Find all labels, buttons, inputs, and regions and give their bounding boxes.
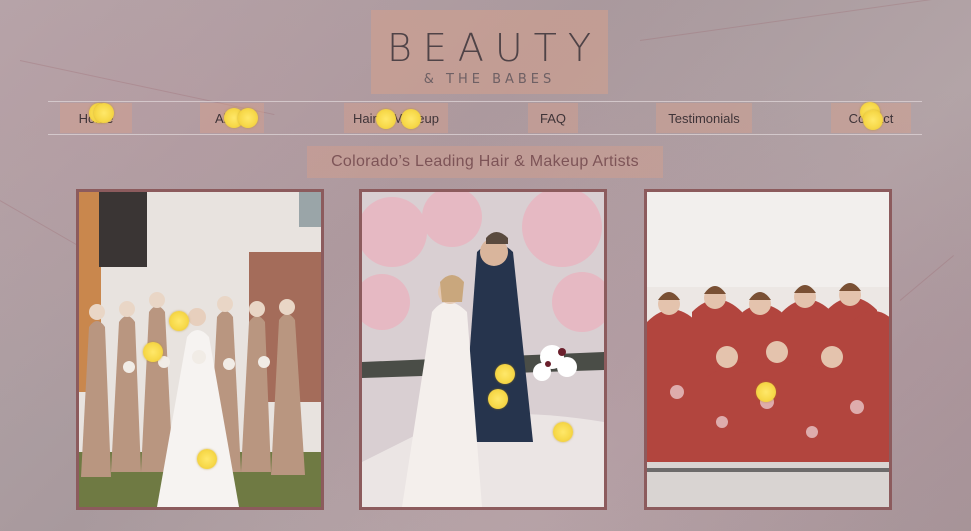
nav-item-about[interactable]: About (200, 103, 264, 133)
nav-item-faq[interactable]: FAQ (528, 103, 578, 133)
nav-item-hair-makeup[interactable]: Hair & Makeup (344, 103, 448, 133)
gallery-photo-bridesmaids-robes[interactable] (644, 189, 892, 510)
nav-item-contact[interactable]: Contact (831, 103, 911, 133)
nav-item-home[interactable]: Home (60, 103, 132, 133)
nav-top-divider (48, 101, 922, 102)
site-logo[interactable]: BEAUTY & THE BABES (371, 10, 608, 94)
nav-item-testimonials[interactable]: Testimonials (656, 103, 752, 133)
marble-vein (0, 200, 79, 246)
nav-bottom-divider (48, 134, 922, 135)
tagline: Colorado’s Leading Hair & Makeup Artists (307, 146, 663, 178)
gallery-photo-bridal-party[interactable] (76, 189, 324, 510)
marble-vein (639, 0, 938, 41)
marble-vein (899, 255, 954, 301)
logo-subtitle: & THE BABES (423, 72, 556, 87)
logo-title: BEAUTY (386, 26, 603, 70)
gallery-photo-couple[interactable] (359, 189, 607, 510)
